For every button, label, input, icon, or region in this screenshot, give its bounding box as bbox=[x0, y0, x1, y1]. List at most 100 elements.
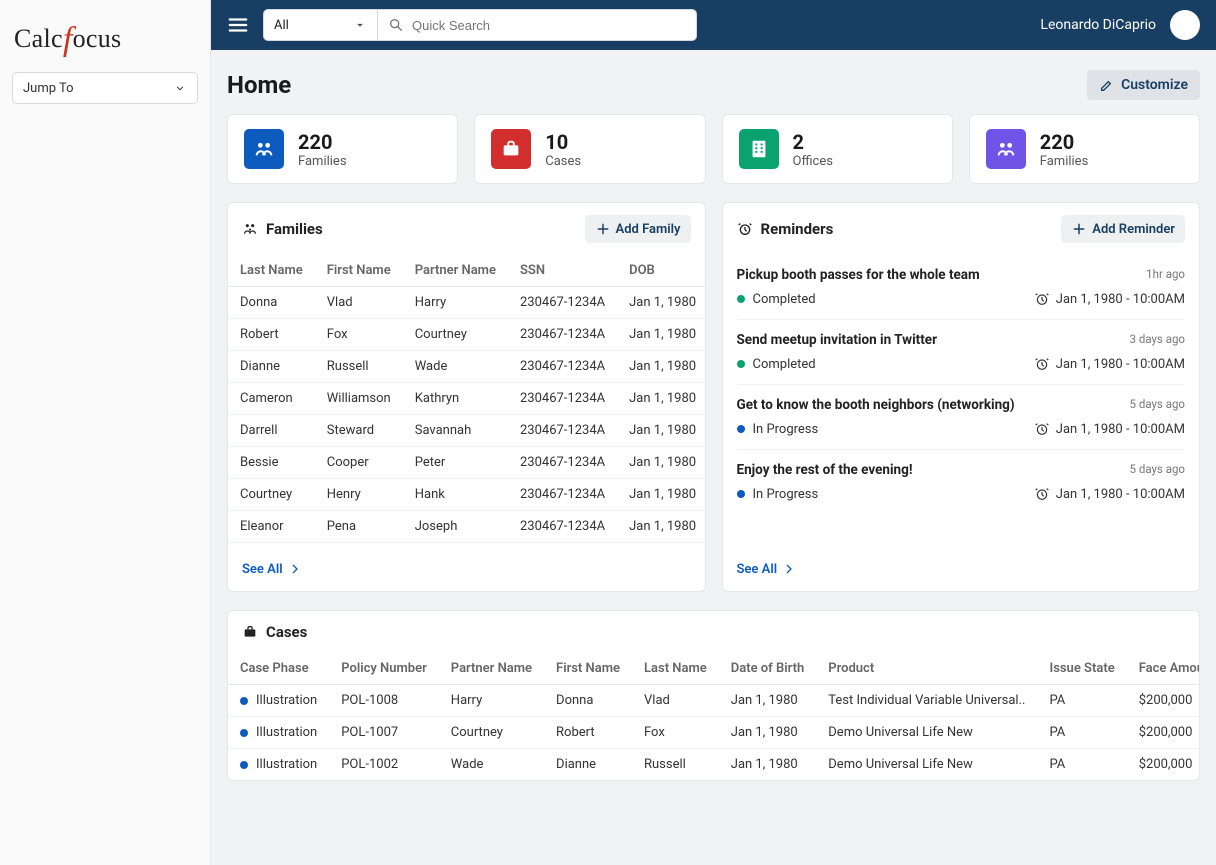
families-icon bbox=[242, 221, 258, 237]
reminder-status: In Progress bbox=[737, 487, 819, 502]
stat-card[interactable]: 220 Families bbox=[969, 114, 1200, 184]
stat-label: Families bbox=[298, 154, 347, 169]
alarm-icon bbox=[1034, 486, 1050, 502]
customize-button[interactable]: Customize bbox=[1087, 70, 1200, 100]
search-box[interactable] bbox=[377, 9, 697, 41]
stat-card[interactable]: 2 Offices bbox=[722, 114, 953, 184]
case-phase: Illustration bbox=[240, 757, 317, 772]
customize-label: Customize bbox=[1121, 77, 1188, 93]
reminder-due: Jan 1, 1980 - 10:00AM bbox=[1034, 421, 1185, 437]
families-icon bbox=[986, 129, 1026, 169]
reminder-status: Completed bbox=[737, 357, 816, 372]
add-reminder-button[interactable]: Add Reminder bbox=[1061, 215, 1185, 243]
menu-icon[interactable] bbox=[227, 14, 249, 36]
jump-to-select[interactable]: Jump To bbox=[12, 72, 198, 104]
alarm-icon bbox=[1034, 421, 1050, 437]
jump-to-label: Jump To bbox=[23, 81, 74, 96]
column-header: First Name bbox=[544, 653, 632, 685]
avatar[interactable] bbox=[1170, 10, 1200, 40]
cases-table-header: Case PhasePolicy NumberPartner NameFirst… bbox=[228, 653, 1199, 685]
families-table-header: Last NameFirst NamePartner NameSSNDOB bbox=[228, 255, 705, 287]
cases-table: Case PhasePolicy NumberPartner NameFirst… bbox=[228, 653, 1199, 780]
table-row[interactable]: DianneRussellWade230467-1234AJan 1, 1980 bbox=[228, 351, 705, 383]
stat-label: Families bbox=[1040, 154, 1089, 169]
chevron-down-icon bbox=[173, 81, 187, 95]
search-input[interactable] bbox=[412, 18, 686, 33]
reminder-ago: 5 days ago bbox=[1130, 462, 1185, 476]
families-icon bbox=[244, 129, 284, 169]
reminder-title: Send meetup invitation in Twitter bbox=[737, 332, 938, 348]
case-phase: Illustration bbox=[240, 725, 317, 740]
brand-part3: ocus bbox=[73, 24, 122, 53]
stat-value: 2 bbox=[793, 130, 833, 154]
table-row[interactable]: IllustrationPOL-1002WadeDianneRussellJan… bbox=[228, 749, 1199, 781]
reminder-ago: 1hr ago bbox=[1146, 267, 1185, 281]
column-header: Partner Name bbox=[403, 255, 508, 287]
table-row[interactable]: DonnaVladHarry230467-1234AJan 1, 1980 bbox=[228, 287, 705, 319]
plus-icon bbox=[595, 221, 611, 237]
offices-icon bbox=[739, 129, 779, 169]
families-panel: Families Add Family Last NameFirst NameP… bbox=[227, 202, 706, 592]
cases-title: Cases bbox=[242, 623, 307, 641]
stat-cards-row: 220 Families 10 Cases 2 Offices 220 Fami… bbox=[227, 114, 1200, 184]
reminders-panel: Reminders Add Reminder Pickup booth pass… bbox=[722, 202, 1201, 592]
stat-label: Offices bbox=[793, 154, 833, 169]
reminder-due: Jan 1, 1980 - 10:00AM bbox=[1034, 291, 1185, 307]
reminder-title: Get to know the booth neighbors (network… bbox=[737, 397, 1015, 413]
reminder-ago: 5 days ago bbox=[1130, 397, 1185, 411]
reminder-item[interactable]: Enjoy the rest of the evening! 5 days ag… bbox=[737, 450, 1186, 514]
topbar: All Leonardo DiCaprio bbox=[211, 0, 1216, 50]
families-table: Last NameFirst NamePartner NameSSNDOB Do… bbox=[228, 255, 705, 551]
column-header: Policy Number bbox=[329, 653, 439, 685]
reminder-due: Jan 1, 1980 - 10:00AM bbox=[1034, 356, 1185, 372]
stat-card[interactable]: 10 Cases bbox=[474, 114, 705, 184]
stat-label: Cases bbox=[545, 154, 581, 169]
column-header: Issue State bbox=[1037, 653, 1126, 685]
brand-part1: Calc bbox=[14, 24, 63, 53]
reminders-see-all[interactable]: See All bbox=[723, 551, 1200, 591]
username: Leonardo DiCaprio bbox=[1040, 17, 1156, 33]
reminder-status: Completed bbox=[737, 292, 816, 307]
table-row[interactable]: RobertFoxCourtney230467-1234AJan 1, 1980 bbox=[228, 319, 705, 351]
table-row[interactable]: DarrellStewardSavannah230467-1234AJan 1,… bbox=[228, 415, 705, 447]
caret-down-icon bbox=[353, 18, 367, 32]
table-row[interactable]: EleanorPenaJoseph230467-1234AJan 1, 1980 bbox=[228, 511, 705, 543]
page-content: Home Customize 220 Families 10 Cases 2 O… bbox=[211, 50, 1216, 865]
table-row[interactable]: CameronWilliamsonKathryn230467-1234AJan … bbox=[228, 383, 705, 415]
column-header: First Name bbox=[315, 255, 403, 287]
reminder-status: In Progress bbox=[737, 422, 819, 437]
sidebar: Calcfocus Jump To bbox=[0, 0, 211, 865]
brand-logo: Calcfocus bbox=[12, 14, 198, 72]
page-header: Home Customize bbox=[227, 70, 1200, 100]
column-header: Date of Birth bbox=[719, 653, 817, 685]
reminder-item[interactable]: Send meetup invitation in Twitter 3 days… bbox=[737, 320, 1186, 385]
column-header: Last Name bbox=[228, 255, 315, 287]
table-row[interactable]: BessieCooperPeter230467-1234AJan 1, 1980 bbox=[228, 447, 705, 479]
column-header: SSN bbox=[508, 255, 617, 287]
reminder-item[interactable]: Pickup booth passes for the whole team 1… bbox=[737, 255, 1186, 320]
stat-card[interactable]: 220 Families bbox=[227, 114, 458, 184]
briefcase-icon bbox=[242, 624, 258, 640]
stat-value: 10 bbox=[545, 130, 581, 154]
search-icon bbox=[388, 17, 404, 33]
search-group: All bbox=[263, 9, 697, 41]
alarm-icon bbox=[1034, 356, 1050, 372]
chevron-right-icon bbox=[287, 561, 303, 577]
reminders-title: Reminders bbox=[737, 220, 834, 238]
table-row[interactable]: IllustrationPOL-1007CourtneyRobertFoxJan… bbox=[228, 717, 1199, 749]
cases-icon bbox=[491, 129, 531, 169]
reminder-item[interactable]: Get to know the booth neighbors (network… bbox=[737, 385, 1186, 450]
column-header: Case Phase bbox=[228, 653, 329, 685]
filter-dropdown[interactable]: All bbox=[263, 9, 378, 41]
edit-icon bbox=[1099, 77, 1115, 93]
table-row[interactable]: IllustrationPOL-1008HarryDonnaVladJan 1,… bbox=[228, 685, 1199, 717]
stat-value: 220 bbox=[298, 130, 347, 154]
reminder-title: Enjoy the rest of the evening! bbox=[737, 462, 913, 478]
cases-panel: Cases Case PhasePolicy NumberPartner Nam… bbox=[227, 610, 1200, 781]
add-family-button[interactable]: Add Family bbox=[585, 215, 691, 243]
table-row[interactable]: CourtneyHenryHank230467-1234AJan 1, 1980 bbox=[228, 479, 705, 511]
families-see-all[interactable]: See All bbox=[228, 551, 705, 591]
reminders-list: Pickup booth passes for the whole team 1… bbox=[723, 255, 1200, 551]
table-row[interactable]: TheresaWebbJeremiah230467-1234AJan 1, 19… bbox=[228, 543, 705, 552]
brand-part2: f bbox=[63, 21, 73, 58]
